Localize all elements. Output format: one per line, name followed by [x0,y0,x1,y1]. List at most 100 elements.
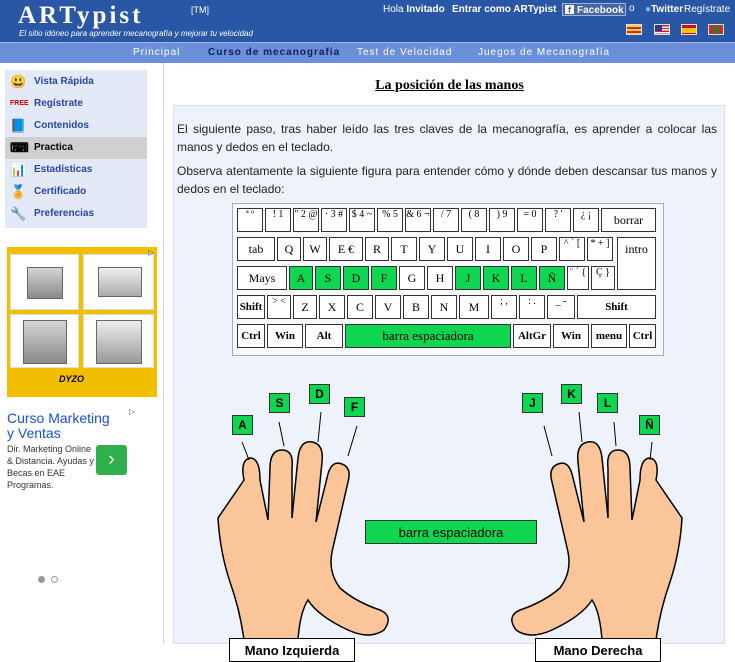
key-shift-left: Shift [237,295,265,319]
finger-tag-a: A [232,415,253,435]
key: & 6 ¬ [405,208,431,232]
greeting-hola: Hola [383,4,404,15]
key: * + ] [587,237,613,261]
site-logo[interactable]: ARTypist [18,2,143,30]
sidebar-item-certificado[interactable]: 🏅 Certificado [5,181,147,203]
left-hand-label: Mano Izquierda [229,638,355,662]
home-key-d: D [343,266,369,290]
register-link[interactable]: Regístrate [684,4,730,15]
finger-tag-enye: Ñ [639,415,660,435]
finger-tag-d: D [309,384,330,404]
key: _ - [547,295,575,319]
greeting-user: Invitado [406,4,445,15]
key: Ç } [591,266,615,290]
key: W [303,237,327,261]
adchoices-icon[interactable]: ▷ [129,407,135,416]
nav-juegos[interactable]: Juegos de Mecanografía [478,47,610,58]
right-hand-label: Mano Derecha [535,638,661,662]
sidebar-item-label: Estadísticas [34,164,93,175]
smiley-icon: 😃 [10,74,27,89]
ad-pagination [38,570,64,588]
sidebar-item-label: Certificado [34,186,87,197]
nav-curso[interactable]: Curso de mecanografía [208,47,340,58]
key-altgr: AltGr [513,324,551,348]
spain-flag-icon[interactable] [681,24,697,35]
page-title: La posición de las manos [375,78,524,93]
ad-brand: DYZO [59,374,85,384]
key: H [427,266,453,290]
key: C [347,295,373,319]
twitter-button[interactable]: ●Twitter [645,4,683,15]
keyboard-diagram: ª º ! 1 " 2 @ · 3 # $ 4 ~ % 5 & 6 ¬ / 7 … [232,203,664,356]
key: Y [419,237,445,261]
catalan-flag-icon[interactable] [626,24,642,35]
key: ? ' [545,208,571,232]
facebook-button[interactable]: f Facebook [562,3,626,16]
ad-image-3[interactable] [10,314,79,368]
sidebar-item-registrate[interactable]: FREE Regístrate [5,93,147,115]
key: = 0 [517,208,543,232]
usa-flag-canton [655,25,662,31]
left-hand-icon [217,441,389,641]
sidebar-item-estadisticas[interactable]: 📊 Estadísticas [5,159,147,181]
lesson-panel: El siguiente paso, tras haber leído las … [173,105,726,662]
main-nav: Principal Curso de mecanografía Test de … [0,42,735,64]
login-link[interactable]: Entrar como ARTypist [452,4,556,15]
sidebar-item-label: Contenidos [34,120,89,131]
ad-arrow-button[interactable]: › [96,445,127,475]
basque-flag-icon[interactable] [708,24,724,35]
key-shift-right: Shift [577,295,656,319]
key: T [391,237,417,261]
ad-title[interactable]: Curso Marketing y Ventas [7,411,117,441]
key: R [365,237,389,261]
home-key-f: F [371,266,397,290]
home-key-enye: Ñ [539,266,565,290]
sidebar-item-contenidos[interactable]: 📘 Contenidos [5,115,147,137]
pager-dot-active[interactable] [38,576,45,583]
printer-image [27,267,63,299]
key-tab: tab [237,237,275,261]
sidebar-item-label: Regístrate [34,98,83,109]
facebook-icon: f [565,5,574,15]
ad-image-4[interactable] [83,314,154,368]
or-text: o [629,3,635,14]
key: B [403,295,429,319]
key: ^ ` [ [559,237,585,261]
key-mays: Mays [237,266,287,290]
pager-dot[interactable] [51,576,58,583]
certificate-icon: 🏅 [10,184,27,199]
finger-tag-j: J [522,393,543,413]
ad-image-1[interactable] [10,254,79,310]
nav-principal[interactable]: Principal [133,47,180,58]
finger-tag-k: K [561,384,582,404]
key: U [447,237,473,261]
key: V [375,295,401,319]
tools-icon: 🔧 [10,206,27,221]
sidebar-item-practica[interactable]: ⌨ Practica [5,137,147,159]
trademark: [TM] [191,5,209,15]
hands-diagram: A S D F J K L Ñ barra espaciadora Mano I… [174,384,726,662]
printer-ad[interactable]: DYZO [7,247,157,397]
key-spacebar: barra espaciadora [345,324,511,348]
sidebar-item-label: Vista Rápida [34,76,94,87]
nav-test[interactable]: Test de Velocidad [357,47,452,58]
key: Q [277,237,301,261]
ad-image-2[interactable] [83,254,154,310]
key-win-left: Win [267,324,303,348]
key: > < [267,295,291,319]
home-key-k: K [483,266,509,290]
key-intro: intro [617,237,656,290]
home-key-a: A [289,266,313,290]
key: M [459,295,489,319]
adchoices-icon[interactable]: ▷ [148,248,154,257]
paragraph-1: El siguiente paso, tras haber leído las … [177,122,717,154]
key: : . [519,295,545,319]
key-borrar: borrar [601,208,656,232]
usa-flag-icon[interactable] [654,24,670,35]
printer-image [23,320,67,364]
sidebar-item-preferencias[interactable]: 🔧 Preferencias [5,203,147,225]
sidebar-item-vista-rapida[interactable]: 😃 Vista Rápida [5,71,147,93]
sidebar: 😃 Vista Rápida FREE Regístrate 📘 Contenidos… [0,63,164,644]
sidebar-item-label: Practica [34,142,73,153]
key: / 7 [433,208,459,232]
